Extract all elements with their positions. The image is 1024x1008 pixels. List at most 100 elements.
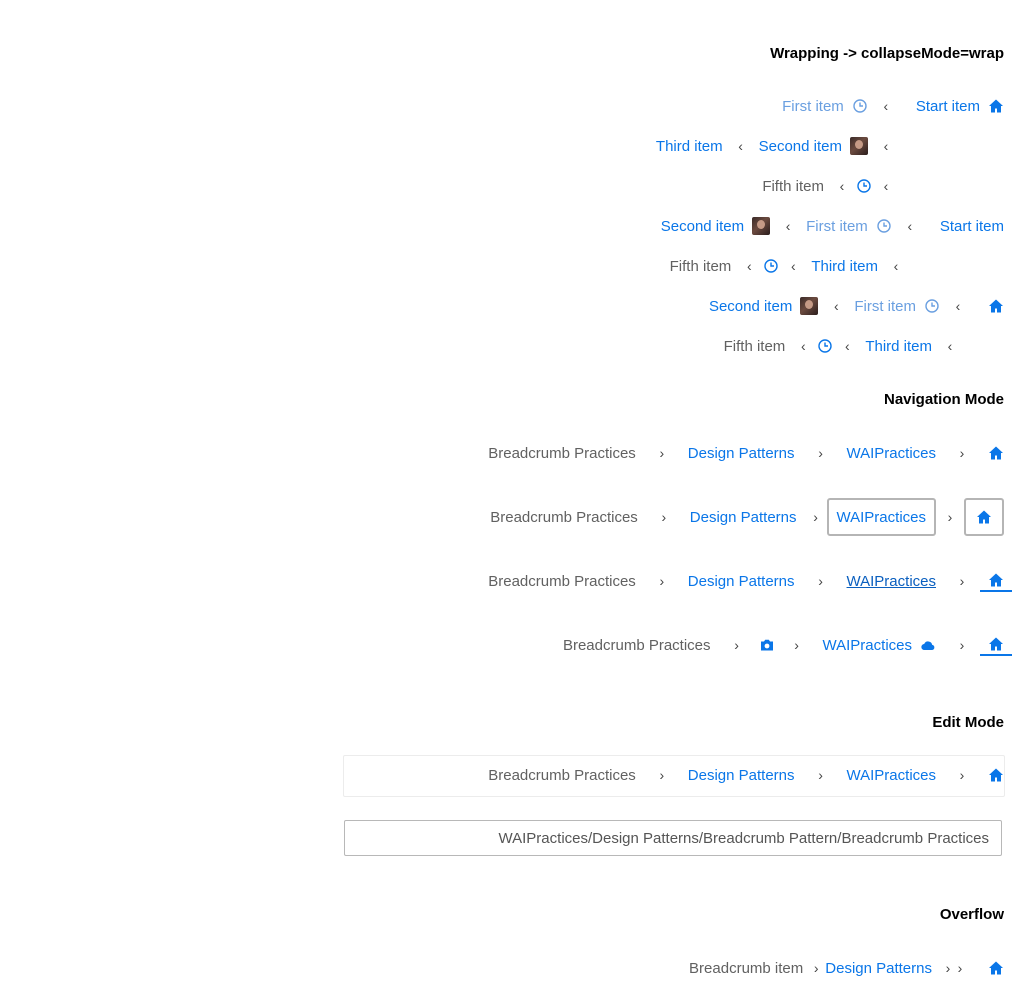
breadcrumb-item-label: Second item	[708, 297, 793, 315]
breadcrumb-separator: ‹	[955, 298, 961, 314]
breadcrumb-item-collapsed[interactable]	[852, 172, 876, 200]
breadcrumb-link-home[interactable]	[964, 498, 1004, 536]
breadcrumb-item-label: Start item	[939, 217, 1004, 235]
breadcrumb-link-design-patterns[interactable]: Design Patterns	[680, 439, 803, 467]
home-icon	[989, 446, 1003, 460]
home-icon	[977, 510, 991, 524]
breadcrumb-separator: ›	[959, 445, 965, 461]
breadcrumb-link-design-patterns[interactable]: Design Patterns	[680, 567, 803, 595]
breadcrumb-item-second[interactable]: Second item	[751, 132, 876, 160]
breadcrumb-item-first[interactable]: First item	[774, 92, 876, 120]
overflow-breadcrumb: Breadcrumb item › Design Patterns › ›	[681, 953, 1012, 983]
breadcrumb-separator: ‹	[833, 298, 839, 314]
breadcrumb-current-item: Breadcrumb Practices	[480, 761, 644, 789]
wrap-breadcrumb-3-row-1: Second item ‹ First item ‹	[701, 291, 1012, 321]
breadcrumb-item-third[interactable]: Third item	[648, 132, 731, 160]
edit-breadcrumb: Breadcrumb Practices › Design Patterns ›…	[480, 760, 1012, 790]
breadcrumb-link-home[interactable]	[980, 954, 1012, 982]
breadcrumb-link-design-patterns[interactable]: Design Patterns	[680, 761, 803, 789]
wrap-breadcrumb-1-row-1: First item ‹ Start item	[774, 91, 1012, 121]
breadcrumb-current-item: Breadcrumb Practices	[482, 503, 646, 531]
breadcrumb-item-label: Design Patterns	[687, 766, 795, 784]
breadcrumb-item-start[interactable]: Start item	[908, 92, 1012, 120]
breadcrumb-link-home[interactable]	[980, 634, 1012, 656]
breadcrumb-item-label: WAIPractices	[846, 444, 936, 462]
home-icon	[989, 961, 1003, 975]
breadcrumb-link-camera[interactable]	[755, 631, 779, 659]
breadcrumb-link-waipractices[interactable]: WAIPractices	[839, 761, 944, 789]
breadcrumb-path-input[interactable]	[344, 820, 1002, 856]
breadcrumb-item-label: Start item	[915, 97, 980, 115]
breadcrumb-item-start[interactable]: Start item	[932, 212, 1012, 240]
breadcrumb-item-fifth: Fifth item	[662, 252, 740, 280]
breadcrumb-item-fifth: Fifth item	[716, 332, 794, 360]
breadcrumb-separator: ›	[734, 637, 739, 653]
breadcrumb-item-label: Fifth item	[669, 257, 732, 275]
breadcrumb-item-collapsed[interactable]	[759, 252, 783, 280]
home-icon	[989, 99, 1003, 113]
breadcrumb-separator: ‹	[746, 258, 752, 274]
breadcrumb-item-label: Design Patterns	[689, 508, 797, 526]
breadcrumb-item-label: Design Patterns	[687, 444, 795, 462]
breadcrumb-item-label: Third item	[811, 257, 878, 275]
breadcrumb-item-label: WAIPractices	[822, 636, 912, 654]
wrapping-heading: Wrapping -> collapseMode=wrap	[770, 45, 1004, 62]
breadcrumb-item-label: Breadcrumb Practices	[488, 444, 636, 462]
clock-icon	[764, 259, 779, 273]
breadcrumb-item-collapsed[interactable]	[813, 332, 837, 360]
breadcrumb-current-item: Breadcrumb Practices	[480, 567, 644, 595]
breadcrumb-item-label: Fifth item	[723, 337, 786, 355]
breadcrumb-current-item: Breadcrumb item	[681, 954, 811, 982]
breadcrumb-link-waipractices[interactable]: WAIPractices	[815, 631, 944, 659]
avatar-image	[850, 137, 868, 155]
breadcrumb-separator: ›	[959, 637, 965, 653]
breadcrumb-separator: ‹	[844, 338, 850, 354]
breadcrumb-item-first[interactable]: First item	[798, 212, 900, 240]
clock-icon	[877, 219, 891, 233]
wrap-breadcrumb-1-row-3: Fifth item ‹ ‹	[754, 171, 896, 201]
wrap-breadcrumb-1-row-2: Third item ‹ Second item ‹	[648, 131, 896, 161]
home-icon	[989, 299, 1003, 313]
breadcrumb-item-label: Second item	[758, 137, 842, 155]
wrap-breadcrumb-3-row-2: Fifth item ‹ ‹ Third item ‹	[716, 331, 960, 361]
breadcrumb-separator: ‹	[883, 138, 889, 154]
breadcrumb-item-third[interactable]: Third item	[803, 252, 886, 280]
breadcrumb-separator: ‹	[907, 218, 913, 234]
breadcrumb-item-label: Second item	[660, 217, 745, 235]
breadcrumb-item-label: Design Patterns	[825, 959, 932, 977]
breadcrumb-link-waipractices[interactable]: WAIPractices	[839, 439, 944, 467]
breadcrumb-separator: ›	[818, 573, 823, 589]
breadcrumb-link-home[interactable]	[980, 570, 1012, 592]
breadcrumb-separator: ›	[659, 573, 665, 589]
breadcrumb-item-second[interactable]: Second item	[701, 292, 826, 320]
breadcrumb-separator: ‹	[883, 178, 889, 194]
breadcrumb-separator: ›	[659, 767, 665, 783]
breadcrumb-separator: ‹	[893, 258, 899, 274]
breadcrumb-item-label: WAIPractices	[836, 508, 926, 526]
breadcrumb-item-third[interactable]: Third item	[857, 332, 940, 360]
breadcrumb-item-label: First item	[854, 297, 916, 315]
breadcrumb-link-waipractices[interactable]: WAIPractices	[826, 498, 936, 536]
breadcrumb-link-home[interactable]	[980, 761, 1012, 789]
breadcrumb-link-waipractices[interactable]: WAIPractices	[839, 567, 944, 595]
breadcrumb-separator: ›	[659, 445, 665, 461]
breadcrumb-item-first[interactable]: First item	[846, 292, 948, 320]
breadcrumb-current-item: Breadcrumb Practices	[555, 631, 719, 659]
breadcrumb-link-design-patterns[interactable]: Design Patterns	[682, 503, 805, 531]
overflow-heading: Overflow	[939, 906, 1004, 923]
breadcrumb-separator: ‹	[883, 98, 889, 114]
breadcrumb-item-home[interactable]	[980, 292, 1012, 320]
breadcrumb-item-label: WAIPractices	[846, 572, 936, 590]
wrap-breadcrumb-2-row-1: Second item ‹ First item ‹ Start item	[653, 211, 1012, 241]
breadcrumb-separator: ›	[813, 960, 819, 976]
breadcrumb-item-label: Breadcrumb Practices	[562, 636, 711, 654]
breadcrumb-item-second[interactable]: Second item	[653, 212, 778, 240]
nav-breadcrumb-focused: Breadcrumb Practices › Design Patterns ›…	[482, 497, 1004, 537]
breadcrumb-item-label: Third item	[655, 137, 723, 155]
breadcrumb-separator: ‹	[800, 338, 806, 354]
breadcrumb-link-design-patterns[interactable]: Design Patterns	[821, 954, 936, 982]
nav-breadcrumb-hover: Breadcrumb Practices › Design Patterns ›…	[480, 566, 1012, 596]
camera-icon	[760, 639, 773, 651]
breadcrumb-link-home[interactable]	[980, 439, 1012, 467]
clock-icon	[818, 339, 833, 353]
